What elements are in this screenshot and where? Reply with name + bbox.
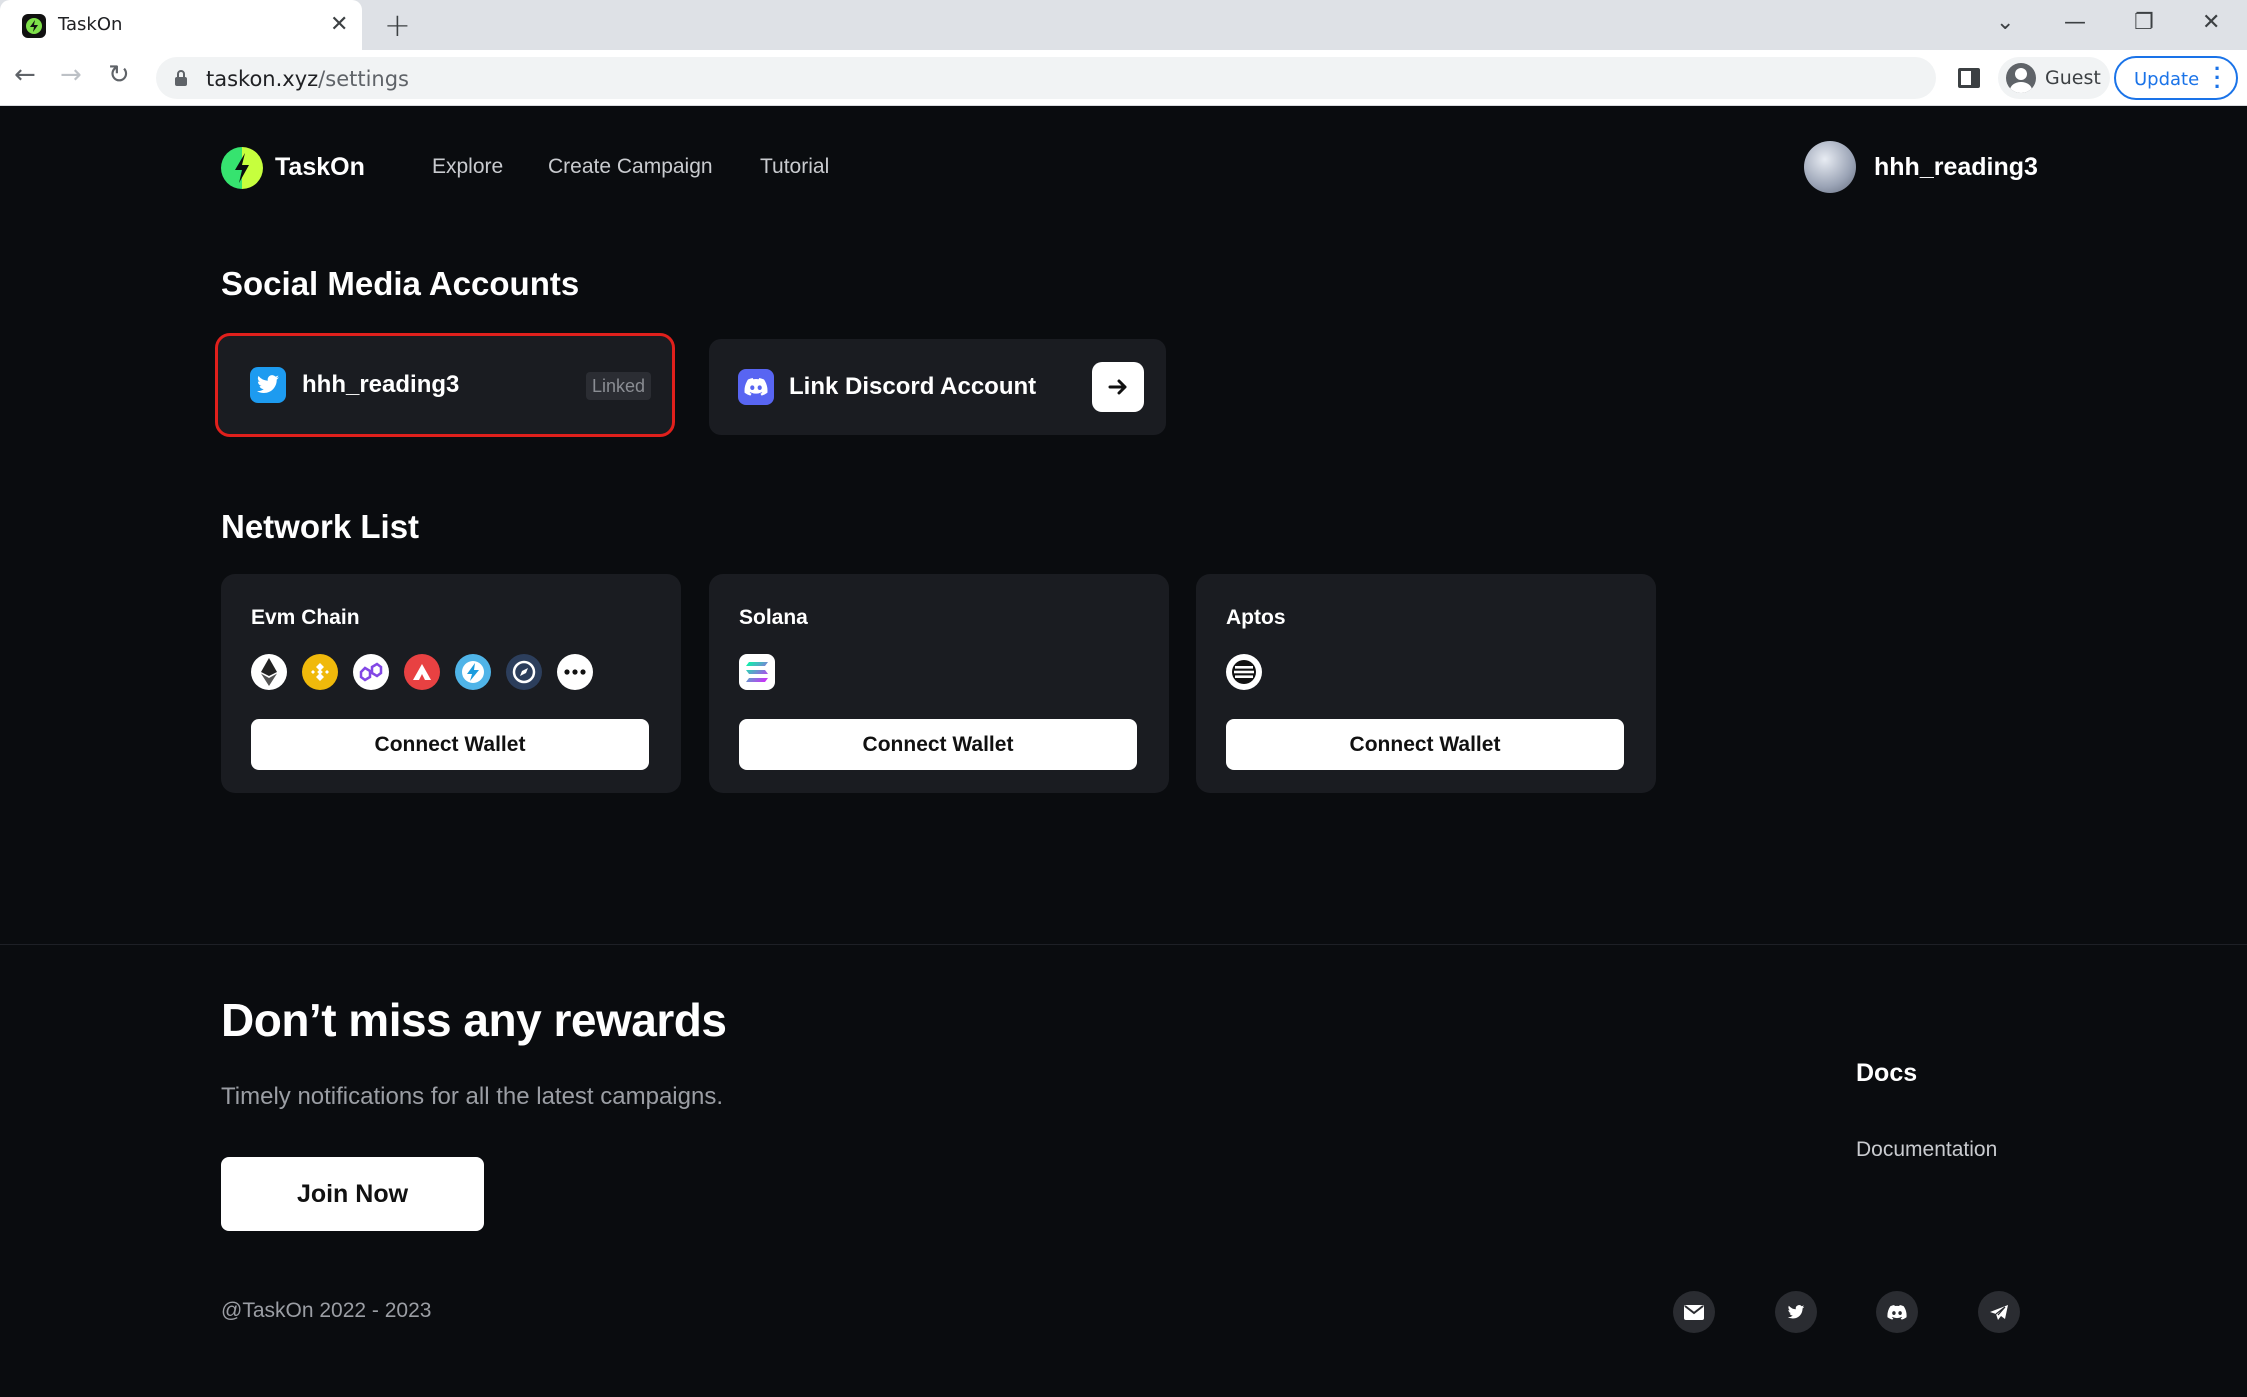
browser-tabstrip: TaskOn ✕ + ⌄ — ❐ ✕ bbox=[0, 0, 2247, 50]
network-name: Solana bbox=[739, 606, 808, 629]
guest-avatar-icon bbox=[2006, 63, 2036, 93]
discord-account-card[interactable]: Link Discord Account bbox=[709, 339, 1166, 435]
nav-explore[interactable]: Explore bbox=[432, 155, 503, 179]
avalanche-icon bbox=[404, 654, 440, 690]
twitter-handle: hhh_reading3 bbox=[302, 371, 460, 398]
link-discord-button[interactable] bbox=[1092, 362, 1144, 412]
browser-toolbar: ← → ↻ taskon.xyz/settings Guest Update ·… bbox=[0, 50, 2247, 106]
user-name[interactable]: hhh_reading3 bbox=[1874, 153, 2038, 182]
new-tab-icon[interactable]: + bbox=[384, 6, 411, 44]
linked-status-badge: Linked bbox=[586, 372, 652, 400]
settings-page: TaskOn Explore Create Campaign Tutorial … bbox=[0, 107, 2247, 1397]
twitter-icon[interactable] bbox=[1775, 1291, 1817, 1333]
profile-button[interactable]: Guest bbox=[1998, 57, 2110, 99]
connect-wallet-button[interactable]: Connect Wallet bbox=[739, 719, 1137, 770]
compass-chain-icon bbox=[506, 654, 542, 690]
user-avatar[interactable] bbox=[1804, 141, 1856, 193]
browser-tab[interactable]: TaskOn ✕ bbox=[0, 0, 362, 50]
nav-tutorial[interactable]: Tutorial bbox=[760, 155, 829, 179]
side-panel-icon[interactable] bbox=[1958, 68, 1980, 88]
footer-title: Don’t miss any rewards bbox=[221, 994, 727, 1046]
update-label: Update bbox=[2134, 69, 2200, 90]
tab-close-icon[interactable]: ✕ bbox=[330, 12, 348, 37]
network-card-solana: Solana Connect Wallet bbox=[709, 574, 1169, 793]
documentation-link[interactable]: Documentation bbox=[1856, 1138, 1997, 1162]
join-now-button[interactable]: Join Now bbox=[221, 1157, 484, 1231]
reload-icon[interactable]: ↻ bbox=[108, 60, 130, 90]
restore-icon[interactable]: ❐ bbox=[2134, 10, 2154, 35]
network-name: Evm Chain bbox=[251, 606, 360, 629]
arrow-right-icon bbox=[1108, 379, 1127, 395]
connect-wallet-button[interactable]: Connect Wallet bbox=[1226, 719, 1624, 770]
tab-search-icon[interactable]: ⌄ bbox=[1996, 10, 2014, 35]
profile-name: Guest bbox=[2045, 67, 2101, 89]
email-icon[interactable] bbox=[1673, 1291, 1715, 1333]
network-card-evm: Evm Chain Connect Wallet bbox=[221, 574, 681, 793]
address-bar[interactable]: taskon.xyz/settings bbox=[156, 57, 1936, 99]
brand-name[interactable]: TaskOn bbox=[275, 153, 365, 182]
bnb-icon bbox=[302, 654, 338, 690]
chain-icon-row bbox=[251, 654, 593, 690]
network-name: Aptos bbox=[1226, 606, 1286, 629]
menu-dots-icon: · · · bbox=[2214, 56, 2222, 99]
update-button[interactable]: Update · · · bbox=[2114, 56, 2238, 100]
lightning-chain-icon bbox=[455, 654, 491, 690]
more-icon bbox=[557, 654, 593, 690]
forward-icon[interactable]: → bbox=[60, 60, 82, 90]
chain-icon-row bbox=[739, 654, 775, 690]
social-section-title: Social Media Accounts bbox=[221, 265, 580, 302]
ethereum-icon bbox=[251, 654, 287, 690]
twitter-icon bbox=[250, 367, 286, 403]
aptos-icon bbox=[1226, 654, 1262, 690]
url-text: taskon.xyz/settings bbox=[206, 67, 409, 91]
solana-icon bbox=[739, 654, 775, 690]
taskon-logo-icon[interactable] bbox=[221, 147, 263, 189]
lock-icon bbox=[175, 70, 187, 86]
link-discord-label: Link Discord Account bbox=[789, 373, 1037, 400]
window-close-icon[interactable]: ✕ bbox=[2202, 10, 2220, 35]
back-icon[interactable]: ← bbox=[14, 60, 36, 90]
network-section-title: Network List bbox=[221, 508, 420, 545]
discord-icon[interactable] bbox=[1876, 1291, 1918, 1333]
tab-title: TaskOn bbox=[58, 14, 123, 35]
nav-create-campaign[interactable]: Create Campaign bbox=[548, 155, 713, 179]
connect-wallet-button[interactable]: Connect Wallet bbox=[251, 719, 649, 770]
network-card-aptos: Aptos Connect Wallet bbox=[1196, 574, 1656, 793]
taskon-favicon-icon bbox=[22, 14, 46, 38]
footer-subtitle: Timely notifications for all the latest … bbox=[221, 1083, 723, 1110]
twitter-account-card[interactable]: hhh_reading3 Linked bbox=[215, 333, 675, 437]
docs-heading: Docs bbox=[1856, 1059, 1918, 1087]
polygon-icon bbox=[353, 654, 389, 690]
discord-icon bbox=[738, 369, 774, 405]
telegram-icon[interactable] bbox=[1978, 1291, 2020, 1333]
minimize-icon[interactable]: — bbox=[2064, 10, 2086, 35]
chain-icon-row bbox=[1226, 654, 1262, 690]
copyright-text: @TaskOn 2022 - 2023 bbox=[221, 1299, 432, 1322]
footer-divider bbox=[0, 944, 2247, 945]
